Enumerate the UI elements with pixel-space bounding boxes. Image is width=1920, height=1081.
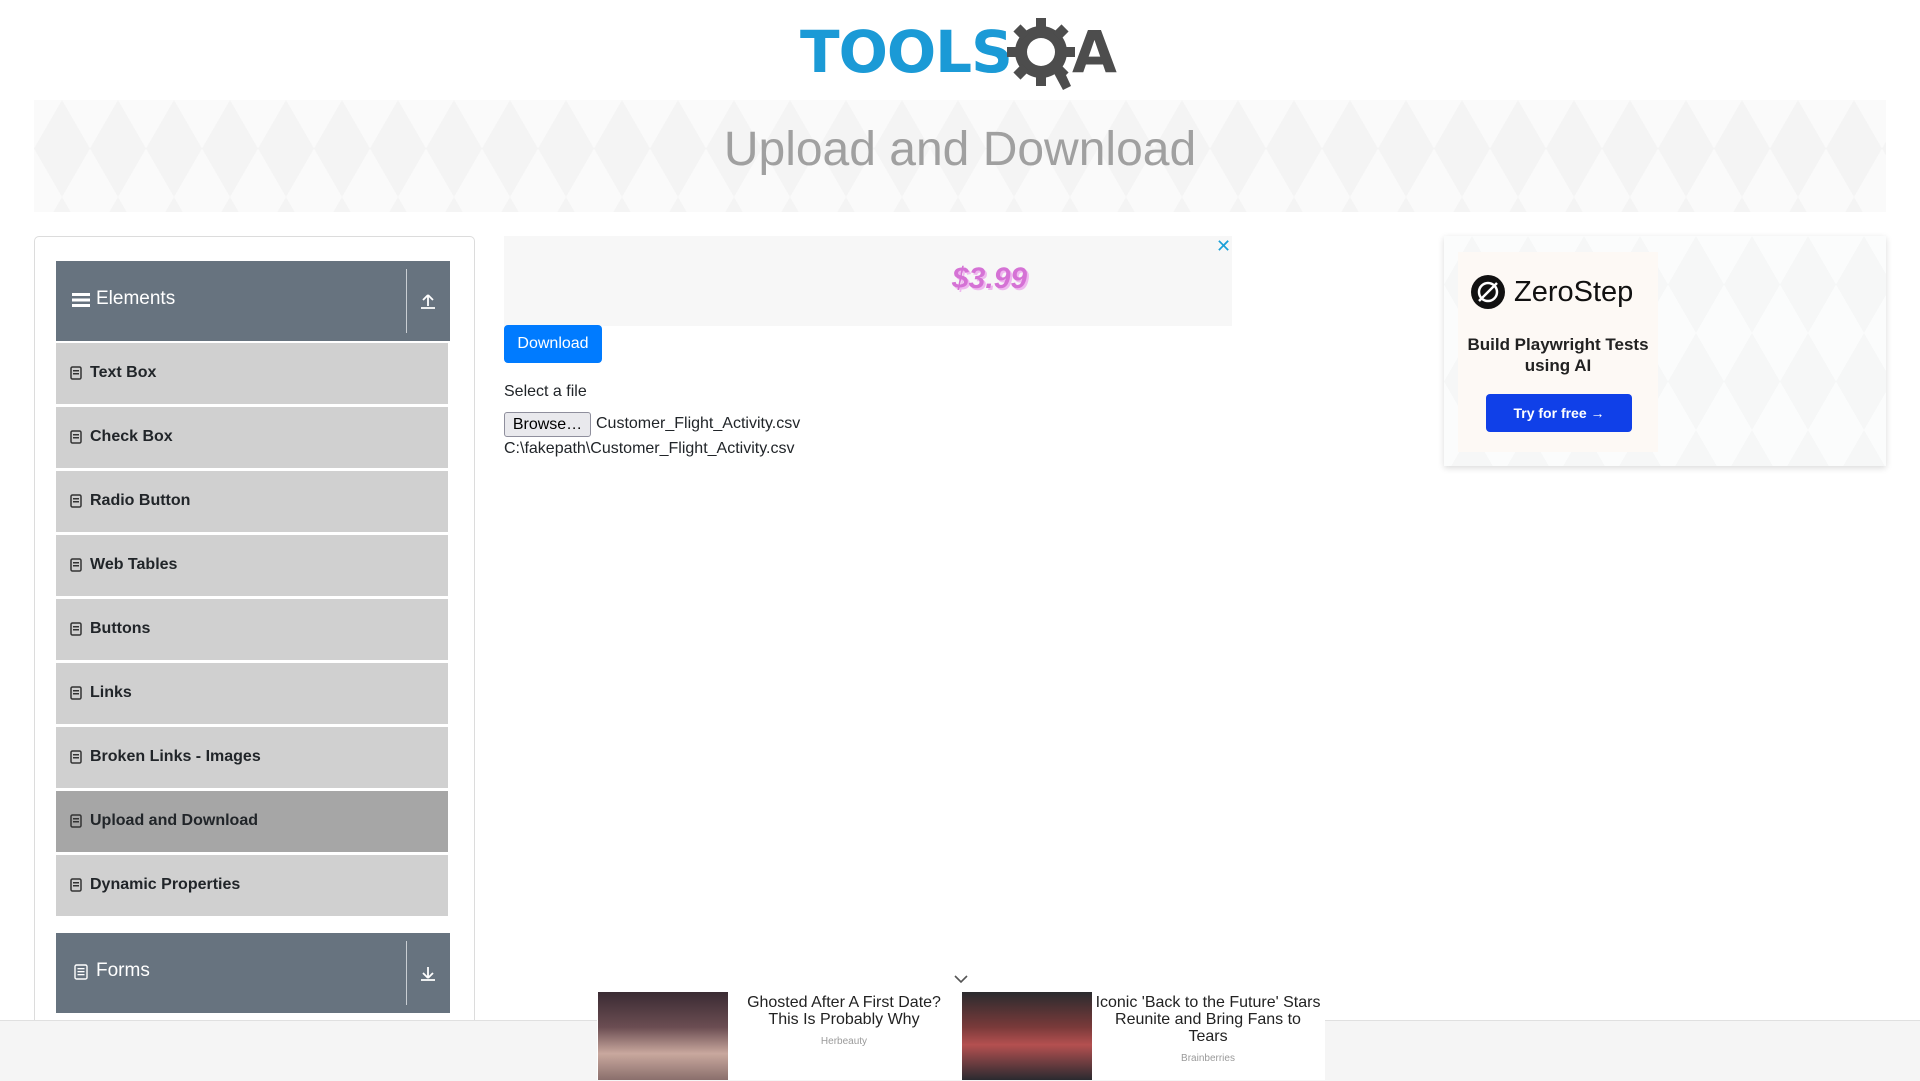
ad-headline[interactable]: Ghosted After A First Date? This Is Prob…	[730, 994, 958, 1028]
zerostep-brand: ZeroStep	[1514, 276, 1634, 308]
download-button[interactable]: Download	[504, 325, 602, 363]
sidebar-item-links[interactable]: Links	[56, 663, 448, 727]
page-title: Upload and Download	[723, 123, 1197, 176]
zerostep-tagline: Build Playwright Tests using AI	[1467, 335, 1649, 375]
chevron-down-icon[interactable]	[953, 972, 969, 986]
uploaded-file-path: C:\fakepath\Customer_Flight_Activity.csv	[504, 440, 795, 457]
sidebar-item-check-box[interactable]: Check Box	[56, 407, 448, 471]
document-icon	[70, 366, 82, 380]
sidebar-item-label: Check Box	[90, 428, 173, 445]
group-label-forms: Forms	[96, 960, 150, 981]
divider	[406, 269, 407, 333]
browse-button[interactable]: Browse…	[504, 412, 591, 437]
sidebar-item-label: Buttons	[90, 620, 151, 637]
group-header-forms[interactable]: Forms	[56, 933, 450, 1013]
top-ad-banner[interactable]: $3.99 ✕	[504, 236, 1232, 326]
sidebar-item-text-box[interactable]: Text Box	[56, 343, 448, 407]
document-icon	[70, 750, 82, 764]
divider	[406, 941, 407, 1005]
selected-file-name: Customer_Flight_Activity.csv	[596, 415, 801, 432]
sidebar-item-label: Broken Links - Images	[90, 748, 261, 765]
logo-text-tools: TOOLS	[800, 18, 1013, 86]
document-icon	[70, 430, 82, 444]
document-icon	[70, 558, 82, 572]
sidebar-item-upload-and-download[interactable]: Upload and Download	[56, 791, 448, 855]
document-icon	[70, 878, 82, 892]
group-label-elements: Elements	[96, 288, 176, 309]
ad-headline[interactable]: Iconic 'Back to the Future' Stars Reunit…	[1094, 994, 1322, 1045]
sidebar-item-label: Text Box	[90, 364, 157, 381]
sidebar-item-web-tables[interactable]: Web Tables	[56, 535, 448, 599]
sidebar-item-label: Web Tables	[90, 556, 178, 573]
document-icon	[70, 686, 82, 700]
sidebar-item-label: Links	[90, 684, 132, 701]
document-icon	[70, 494, 82, 508]
sidebar-item-label: Upload and Download	[90, 812, 258, 829]
ad-thumbnail[interactable]	[598, 992, 728, 1080]
sidebar-item-broken-links[interactable]: Broken Links - Images	[56, 727, 448, 791]
logo-text-a: A	[1072, 18, 1117, 86]
page-banner: Upload and Download	[34, 100, 1886, 212]
toolsqa-logo[interactable]: TOOLS A	[800, 14, 1125, 94]
expand-down-icon[interactable]	[418, 963, 438, 983]
sidebar-item-radio-button[interactable]: Radio Button	[56, 471, 448, 535]
ad-price: $3.99	[952, 262, 1028, 295]
right-ad[interactable]: ZeroStep Build Playwright Tests using AI…	[1444, 236, 1886, 466]
ad-thumbnail[interactable]	[962, 992, 1092, 1080]
sidebar-item-label: Radio Button	[90, 492, 191, 509]
document-icon	[70, 814, 82, 828]
zerostep-logo-icon	[1471, 275, 1505, 309]
ad-source: Brainberries	[1181, 1053, 1235, 1064]
ad-source: Herbeauty	[820, 1036, 868, 1047]
hamburger-icon	[72, 293, 90, 307]
sidebar-item-buttons[interactable]: Buttons	[56, 599, 448, 663]
form-icon	[74, 964, 88, 980]
collapse-up-icon[interactable]	[418, 291, 438, 311]
select-file-label: Select a file	[504, 383, 587, 400]
document-icon	[70, 622, 82, 636]
sidebar-item-dynamic-properties[interactable]: Dynamic Properties	[56, 855, 448, 919]
sidebar-item-label: Dynamic Properties	[90, 876, 241, 893]
group-header-elements[interactable]: Elements	[56, 261, 450, 341]
bottom-ad: Ghosted After A First Date? This Is Prob…	[597, 975, 1325, 1080]
zerostep-card: ZeroStep Build Playwright Tests using AI…	[1458, 252, 1658, 452]
sidebar: Elements Text Box Check Box Radio Button…	[34, 236, 475, 1037]
try-for-free-button[interactable]: Try for free →	[1486, 394, 1632, 432]
close-icon[interactable]: ✕	[1216, 236, 1231, 257]
